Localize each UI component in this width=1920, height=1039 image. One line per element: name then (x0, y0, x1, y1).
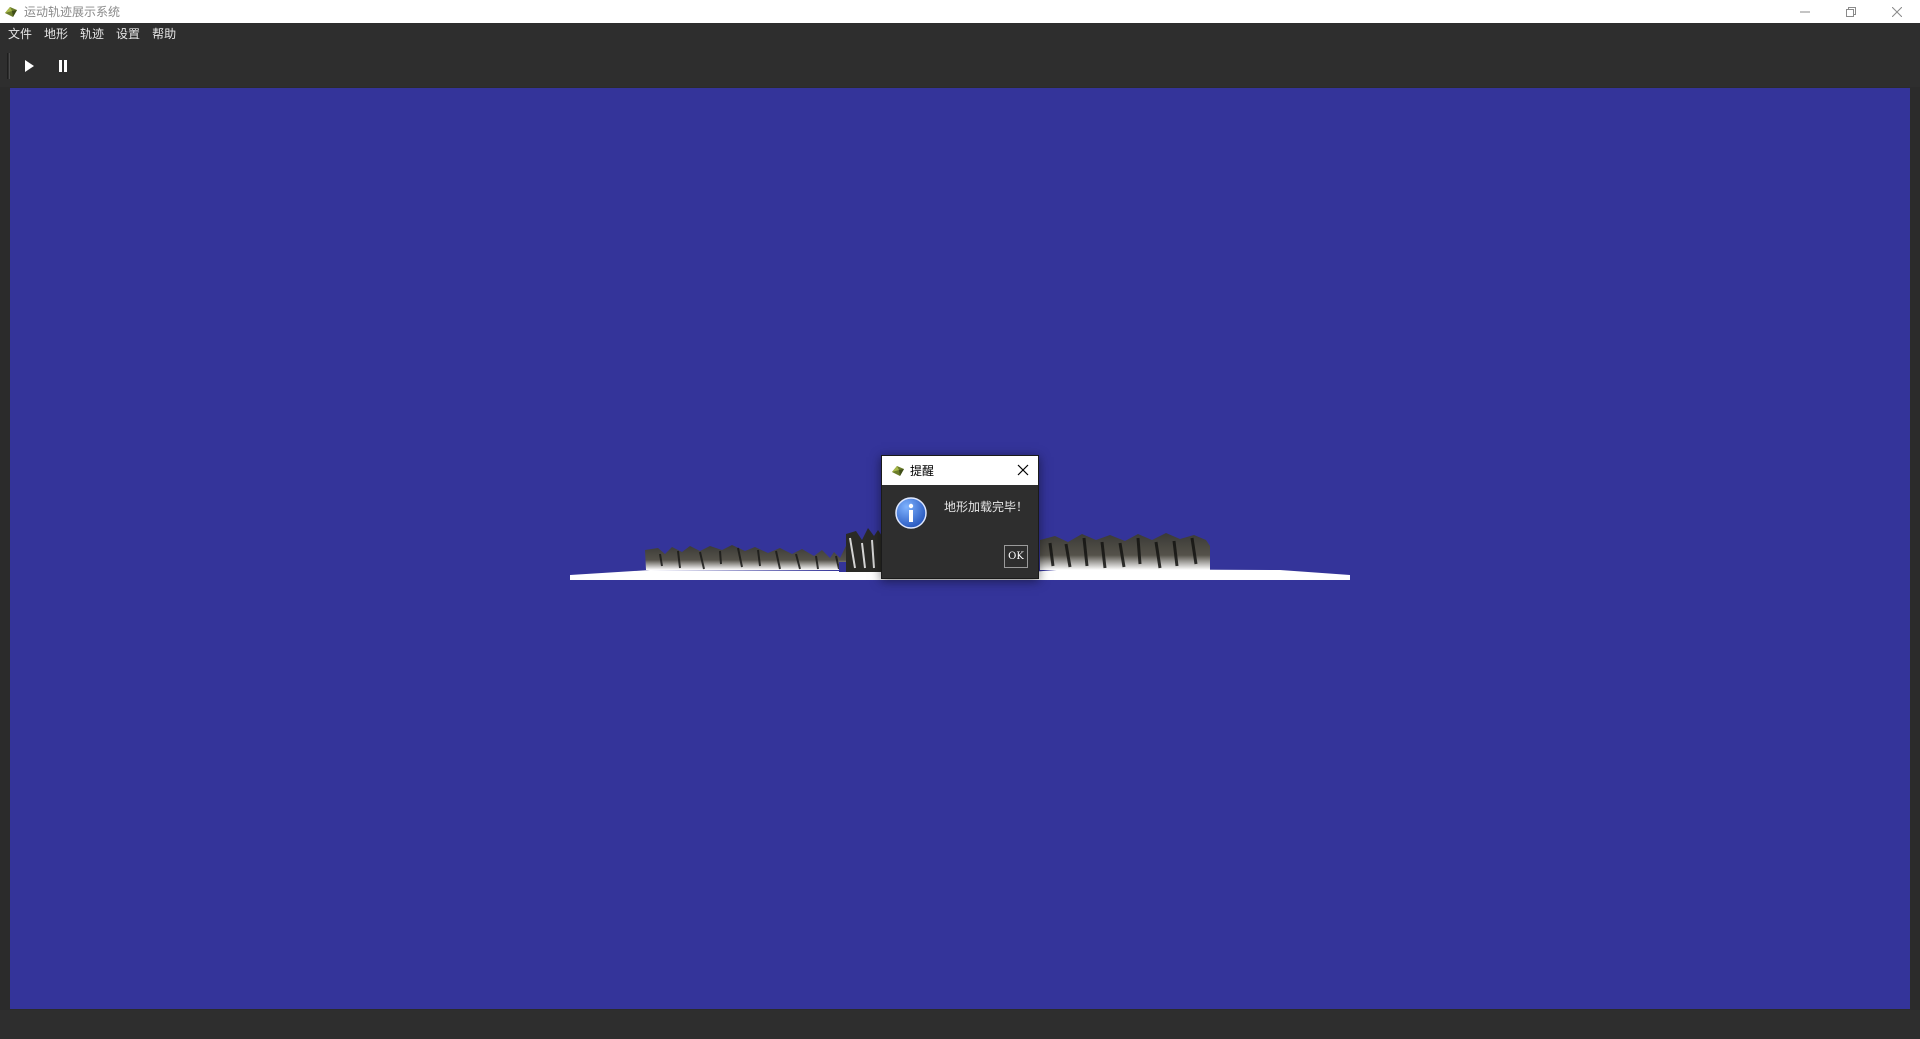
menu-trajectory[interactable]: 轨迹 (76, 23, 112, 45)
pause-icon (59, 60, 67, 72)
close-icon (1017, 464, 1029, 476)
toolbar-grip[interactable] (7, 53, 10, 79)
app-logo-icon (890, 463, 906, 479)
info-icon (895, 497, 927, 529)
window-controls (1782, 0, 1920, 23)
pause-button[interactable] (48, 51, 78, 81)
play-icon (25, 60, 34, 72)
toolbar (0, 45, 1920, 87)
ok-button[interactable]: OK (1004, 545, 1028, 568)
title-bar: 运动轨迹展示系统 (0, 0, 1920, 23)
menu-terrain[interactable]: 地形 (40, 23, 76, 45)
minimize-button[interactable] (1782, 0, 1828, 23)
restore-icon (1846, 6, 1856, 17)
close-button[interactable] (1874, 0, 1920, 23)
menu-help[interactable]: 帮助 (148, 23, 184, 45)
message-dialog: 提醒 地形加载完毕！ OK (881, 455, 1039, 579)
dialog-close-button[interactable] (1016, 463, 1030, 477)
minimize-icon (1800, 11, 1810, 12)
menu-bar: 文件 地形 轨迹 设置 帮助 (0, 23, 1920, 45)
dialog-title: 提醒 (910, 464, 935, 478)
restore-button[interactable] (1828, 0, 1874, 23)
status-bar (0, 1010, 1920, 1039)
play-button[interactable] (14, 51, 44, 81)
dialog-title-bar[interactable]: 提醒 (882, 456, 1038, 485)
app-logo-icon (2, 3, 20, 21)
menu-settings[interactable]: 设置 (112, 23, 148, 45)
close-icon (1892, 6, 1902, 17)
dialog-message: 地形加载完毕！ (944, 500, 1029, 514)
window-title: 运动轨迹展示系统 (24, 5, 121, 19)
menu-file[interactable]: 文件 (4, 23, 40, 45)
